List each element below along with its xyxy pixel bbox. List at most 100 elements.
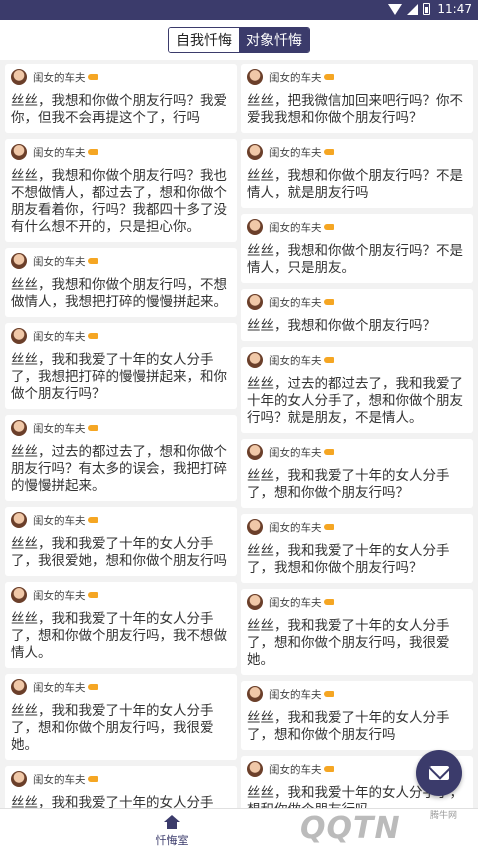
nav-item-confession-room[interactable]: 忏悔室: [140, 813, 204, 849]
author-row: 闺女的车夫: [247, 68, 467, 86]
avatar[interactable]: [247, 294, 263, 310]
confession-text: 丝丝，我和我爱了十年的女人分手了，我很爱她，想和你做个朋友行吗: [11, 536, 227, 569]
confession-text: 丝丝，我和我爱了十年的女人分手了，我想把打碎的慢慢拼起来，和你做个朋友行吗？: [11, 352, 227, 402]
author-row: 闺女的车夫: [11, 143, 231, 161]
signal-icon: [407, 3, 419, 15]
confession-text: 丝丝，我想和你做个朋友行吗？不是情人，只是朋友。: [247, 243, 463, 276]
avatar[interactable]: [11, 771, 27, 787]
status-icons: 11:47: [388, 2, 472, 16]
author-name: 闺女的车夫: [33, 773, 86, 786]
confession-card[interactable]: 闺女的车夫丝丝，我想和你做个朋友行吗，不想做情人，我想把打碎的慢慢拼起来。: [5, 248, 237, 317]
status-time: 11:47: [437, 2, 472, 16]
author-name: 闺女的车夫: [33, 146, 86, 159]
avatar[interactable]: [247, 444, 263, 460]
avatar[interactable]: [247, 761, 263, 777]
author-row: 闺女的车夫: [247, 685, 467, 703]
confession-card[interactable]: 闺女的车夫 丝丝，把我微信加回来吧行吗？你不爱我我想和你做个朋友行吗？: [241, 64, 473, 133]
confession-card[interactable]: 闺女的车夫丝丝，我和我爱了十年的女人分手: [5, 766, 237, 808]
hand-icon: [87, 517, 98, 523]
avatar[interactable]: [247, 352, 263, 368]
avatar[interactable]: [11, 328, 27, 344]
author-name: 闺女的车夫: [33, 255, 86, 268]
confession-card[interactable]: 闺女的车夫 丝丝，我想和你做个朋友行吗？我爱你，但我不会再提这个了，行吗: [5, 64, 237, 133]
hand-icon: [87, 74, 98, 80]
avatar[interactable]: [11, 420, 27, 436]
confession-text: 丝丝，我想和你做个朋友行吗？我爱你，但我不会再提这个了，行吗: [11, 93, 227, 126]
confession-card[interactable]: 闺女的车夫丝丝，我和我爱了十年的女人分手了，想和你做个朋友行吗？: [241, 439, 473, 508]
author-name: 闺女的车夫: [269, 688, 322, 701]
confession-card[interactable]: 闺女的车夫 丝丝，我和我爱了十年的女人分手了，想和你做个朋友行吗，我不想做情人。: [5, 582, 237, 668]
confession-card[interactable]: 闺女的车夫 丝丝，我想和你做个朋友行吗？我也不想做情人，都过去了，想和你做个朋友看…: [5, 139, 237, 242]
avatar[interactable]: [247, 594, 263, 610]
confession-card[interactable]: 闺女的车夫丝丝，我和我爱了十年的女人分手了，想和你做个朋友行吗: [241, 681, 473, 750]
author-name: 闺女的车夫: [33, 681, 86, 694]
hand-icon: [87, 684, 98, 690]
author-name: 闺女的车夫: [269, 71, 322, 84]
avatar[interactable]: [11, 69, 27, 85]
avatar[interactable]: [11, 679, 27, 695]
avatar[interactable]: [247, 69, 263, 85]
status-bar: 11:47: [0, 0, 478, 20]
avatar[interactable]: [247, 144, 263, 160]
confession-card[interactable]: 闺女的车夫丝丝，我和我爱了十年的女人分手了，我想和你做个朋友行吗？: [241, 514, 473, 583]
confession-card[interactable]: 闺女的车夫丝丝，我想和你做个朋友行吗？不是情人，只是朋友。: [241, 214, 473, 283]
hand-icon: [323, 149, 334, 155]
hand-icon: [323, 299, 334, 305]
confession-card[interactable]: 闺女的车夫丝丝，我和我爱了十年的女人分手了，想和你做个朋友行吗，我很爱她。: [241, 589, 473, 675]
confession-card[interactable]: 闺女的车夫丝丝，我和我爱了十年的女人分手了，我想把打碎的慢慢拼起来，和你做个朋友…: [5, 323, 237, 409]
avatar[interactable]: [11, 587, 27, 603]
confession-text: 丝丝，我和我爱了十年的女人分手了，想和你做个朋友行吗: [247, 710, 450, 743]
confession-text: 丝丝，我想和你做个朋友行吗，不想做情人，我想把打碎的慢慢拼起来。: [11, 277, 227, 310]
confession-card[interactable]: 闺女的车夫 丝丝，我和我爱了十年的女人分手了，想和你做个朋友行吗，我很爱她。: [5, 674, 237, 760]
hand-icon: [87, 149, 98, 155]
author-row: 闺女的车夫: [247, 351, 467, 369]
confession-card[interactable]: 闺女的车夫丝丝，过去的都过去了，我和我爱了十年的女人分手了，想和你做个朋友行吗？…: [241, 347, 473, 433]
battery-icon: [423, 3, 431, 15]
tab-partner-confession[interactable]: 对象忏悔: [239, 28, 309, 52]
author-row: 闺女的车夫: [11, 511, 231, 529]
confession-card[interactable]: 闺女的车夫 丝丝，我想和你做个朋友行吗？不是情人，就是朋友行吗: [241, 139, 473, 208]
author-row: 闺女的车夫: [11, 770, 231, 788]
avatar[interactable]: [11, 253, 27, 269]
confession-card[interactable]: 闺女的车夫丝丝，过去的都过去了，想和你做个朋友行吗？有太多的误会，我把打碎的慢慢…: [5, 415, 237, 501]
tab-self-confession[interactable]: 自我忏悔: [169, 28, 239, 52]
hand-icon: [87, 333, 98, 339]
hand-icon: [87, 592, 98, 598]
author-row: 闺女的车夫: [247, 143, 467, 161]
author-name: 闺女的车夫: [33, 422, 86, 435]
confession-text: 丝丝，过去的都过去了，想和你做个朋友行吗？有太多的误会，我把打碎的慢慢拼起来。: [11, 444, 227, 494]
author-name: 闺女的车夫: [269, 521, 322, 534]
author-row: 闺女的车夫: [247, 218, 467, 236]
confession-text: 丝丝，我和我爱了十年的女人分手了，想和你做个朋友行吗？: [247, 468, 450, 501]
avatar[interactable]: [247, 686, 263, 702]
hand-icon: [87, 425, 98, 431]
avatar[interactable]: [11, 144, 27, 160]
hand-icon: [323, 224, 334, 230]
author-row: 闺女的车夫: [11, 327, 231, 345]
hand-icon: [323, 599, 334, 605]
confession-text: 丝丝，我和我爱了十年的女人分手了，想和你做个朋友行吗，我很爱她。: [247, 618, 450, 668]
author-name: 闺女的车夫: [269, 296, 322, 309]
confession-card[interactable]: 闺女的车夫丝丝，我和我爱了十年的女人分手了，我很爱她，想和你做个朋友行吗: [5, 507, 237, 576]
wifi-icon: [388, 3, 403, 15]
author-row: 闺女的车夫: [247, 593, 467, 611]
watermark-sub: 腾牛网: [430, 811, 458, 821]
confession-card[interactable]: 闺女的车夫 丝丝，我想和你做个朋友行吗？: [241, 289, 473, 341]
hand-icon: [87, 258, 98, 264]
author-row: 闺女的车夫: [247, 293, 467, 311]
author-name: 闺女的车夫: [33, 514, 86, 527]
avatar[interactable]: [11, 512, 27, 528]
confession-feed[interactable]: 闺女的车夫 丝丝，我想和你做个朋友行吗？我爱你，但我不会再提这个了，行吗 闺女的车夫…: [0, 60, 478, 808]
author-row: 闺女的车夫: [247, 443, 467, 461]
avatar[interactable]: [247, 219, 263, 235]
author-row: 闺女的车夫: [11, 678, 231, 696]
author-row: 闺女的车夫: [11, 419, 231, 437]
confession-text: 丝丝，我和我爱了十年的女人分手: [11, 795, 214, 808]
compose-button[interactable]: [416, 750, 462, 796]
author-name: 闺女的车夫: [33, 330, 86, 343]
feed-column-right: 闺女的车夫 丝丝，把我微信加回来吧行吗？你不爱我我想和你做个朋友行吗？ 闺女的车夫丝…: [241, 64, 473, 808]
confession-text: 丝丝，我和我爱了十年的女人分手了，我想和你做个朋友行吗？: [247, 543, 450, 576]
avatar[interactable]: [247, 519, 263, 535]
segmented-tabs: 自我忏悔 对象忏悔: [168, 27, 310, 53]
confession-text: 丝丝，过去的都过去了，我和我爱了十年的女人分手了，想和你做个朋友行吗？就是朋友，…: [247, 376, 463, 426]
